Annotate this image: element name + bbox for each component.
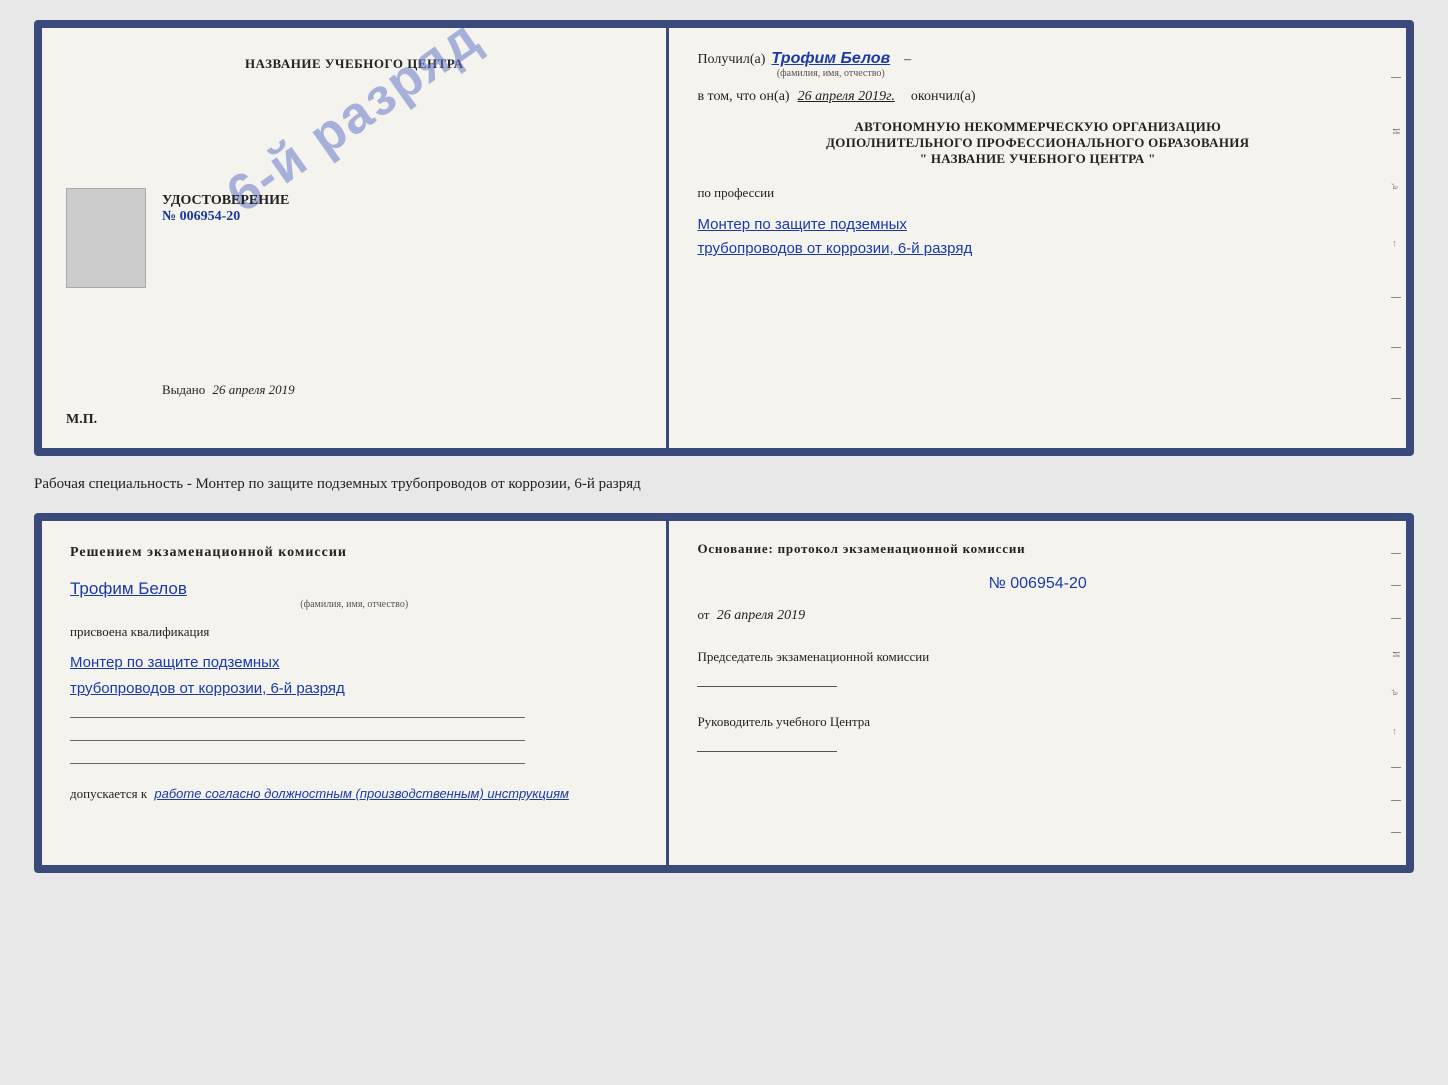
bottom-certificate: Решением экзаменационной комиссии Трофим…: [34, 513, 1414, 873]
edge-dash-4: [1391, 398, 1401, 399]
profession-line1: Монтер по защите подземных: [697, 213, 1378, 237]
org-line1: АВТОНОМНУЮ НЕКОММЕРЧЕСКУЮ ОРГАНИЗАЦИЮ: [697, 119, 1378, 135]
top-certificate: НАЗВАНИЕ УЧЕБНОГО ЦЕНТРА 6-й разряд УДОС…: [34, 20, 1414, 456]
edge-dash-1: [1391, 77, 1401, 78]
profession-text: Монтер по защите подземных трубопроводов…: [697, 213, 1378, 261]
udost-num: № 006954-20: [162, 209, 289, 225]
vtom-date: 26 апреля 2019г.: [798, 89, 895, 105]
vydano-date: 26 апреля 2019: [213, 382, 295, 397]
prisvoena-label: присвоена квалификация: [70, 624, 638, 640]
edge-b-dash-1: [1391, 553, 1401, 554]
edge-dash-2: [1391, 297, 1401, 298]
udost-block: УДОСТОВЕРЕНИЕ № 006954-20: [162, 193, 289, 225]
vydano-label: Выдано: [162, 382, 205, 397]
ot-label: от: [697, 607, 709, 622]
qualification-text: Монтер по защите подземных трубопроводов…: [70, 650, 638, 701]
osnovanie-label: Основание: протокол экзаменационной коми…: [697, 541, 1378, 557]
predsedatel-block: Председатель экзаменационной комиссии: [697, 648, 1378, 687]
dopusk-text: работе согласно должностным (производств…: [154, 786, 569, 801]
bottom-fio-sub: (фамилия, имя, отчество): [300, 599, 408, 610]
vydano-line: Выдано 26 апреля 2019: [162, 382, 295, 398]
vtom-label: в том, что он(а): [697, 89, 789, 105]
cert-left-panel: НАЗВАНИЕ УЧЕБНОГО ЦЕНТРА 6-й разряд УДОС…: [42, 28, 669, 448]
fio-subtitle-top: (фамилия, имя, отчество): [777, 68, 885, 79]
school-name-top: НАЗВАНИЕ УЧЕБНОГО ЦЕНТРА: [245, 56, 464, 72]
dopusk-block: допускается к работе согласно должностны…: [70, 786, 638, 802]
poluchil-label: Получил(а): [697, 52, 765, 68]
cert-right-panel: Получил(а) Трофим Белов (фамилия, имя, о…: [669, 28, 1406, 448]
edge-b-dash-5: [1391, 800, 1401, 801]
predsedatel-label: Председатель экзаменационной комиссии: [697, 648, 1378, 666]
worker-specialty-label: Рабочая специальность - Монтер по защите…: [34, 472, 1414, 497]
edge-marks-top: И ,а ←: [1386, 28, 1406, 448]
edge-b-char-arrow: ←: [1391, 727, 1401, 736]
qual-line2: трубопроводов от коррозии, 6-й разряд: [70, 676, 638, 702]
reshenie-text: Решением экзаменационной комиссии: [70, 545, 638, 561]
edge-char-i: И: [1391, 128, 1401, 135]
edge-b-dash-2: [1391, 585, 1401, 586]
edge-b-dash-6: [1391, 832, 1401, 833]
po-professii-label: по профессии: [697, 185, 1378, 201]
rukov-sig-line: [697, 751, 837, 752]
prot-num: № 006954-20: [697, 575, 1378, 593]
cert-bottom-right-panel: Основание: протокол экзаменационной коми…: [669, 521, 1406, 865]
rukov-block: Руководитель учебного Центра: [697, 713, 1378, 752]
org-line2: ДОПОЛНИТЕЛЬНОГО ПРОФЕССИОНАЛЬНОГО ОБРАЗО…: [697, 135, 1378, 151]
edge-dash-3: [1391, 347, 1401, 348]
profession-line2: трубопроводов от коррозии, 6-й разряд: [697, 237, 1378, 261]
edge-b-dash-4: [1391, 767, 1401, 768]
edge-char-arrow: ←: [1391, 239, 1401, 248]
ot-date: 26 апреля 2019: [717, 608, 805, 623]
cert-bottom-left-panel: Решением экзаменационной комиссии Трофим…: [42, 521, 669, 865]
recipient-name: Трофим Белов: [771, 50, 890, 68]
rukov-label: Руководитель учебного Центра: [697, 713, 1378, 731]
bottom-recipient-name: Трофим Белов: [70, 579, 187, 599]
vtom-row: в том, что он(а) 26 апреля 2019г. окончи…: [697, 89, 1378, 105]
poluchil-row: Получил(а) Трофим Белов (фамилия, имя, о…: [697, 50, 1378, 79]
org-line3: " НАЗВАНИЕ УЧЕБНОГО ЦЕНТРА ": [697, 151, 1378, 167]
predsedatel-sig-line: [697, 686, 837, 687]
udost-label: УДОСТОВЕРЕНИЕ: [162, 193, 289, 209]
qual-line1: Монтер по защите подземных: [70, 650, 638, 676]
edge-char-a: ,а: [1391, 183, 1401, 189]
photo-placeholder: [66, 188, 146, 288]
okonchil-label: окончил(а): [911, 89, 976, 105]
edge-b-dash-3: [1391, 618, 1401, 619]
org-name-block: АВТОНОМНУЮ НЕКОММЕРЧЕСКУЮ ОРГАНИЗАЦИЮ ДО…: [697, 119, 1378, 167]
dopusk-label: допускается к: [70, 786, 147, 801]
edge-b-char-a: ,а: [1391, 689, 1401, 695]
edge-marks-bottom: И ,а ←: [1386, 521, 1406, 865]
ot-date-row: от 26 апреля 2019: [697, 607, 1378, 624]
mp-label: М.П.: [66, 412, 97, 428]
edge-b-char-i: И: [1391, 651, 1401, 658]
